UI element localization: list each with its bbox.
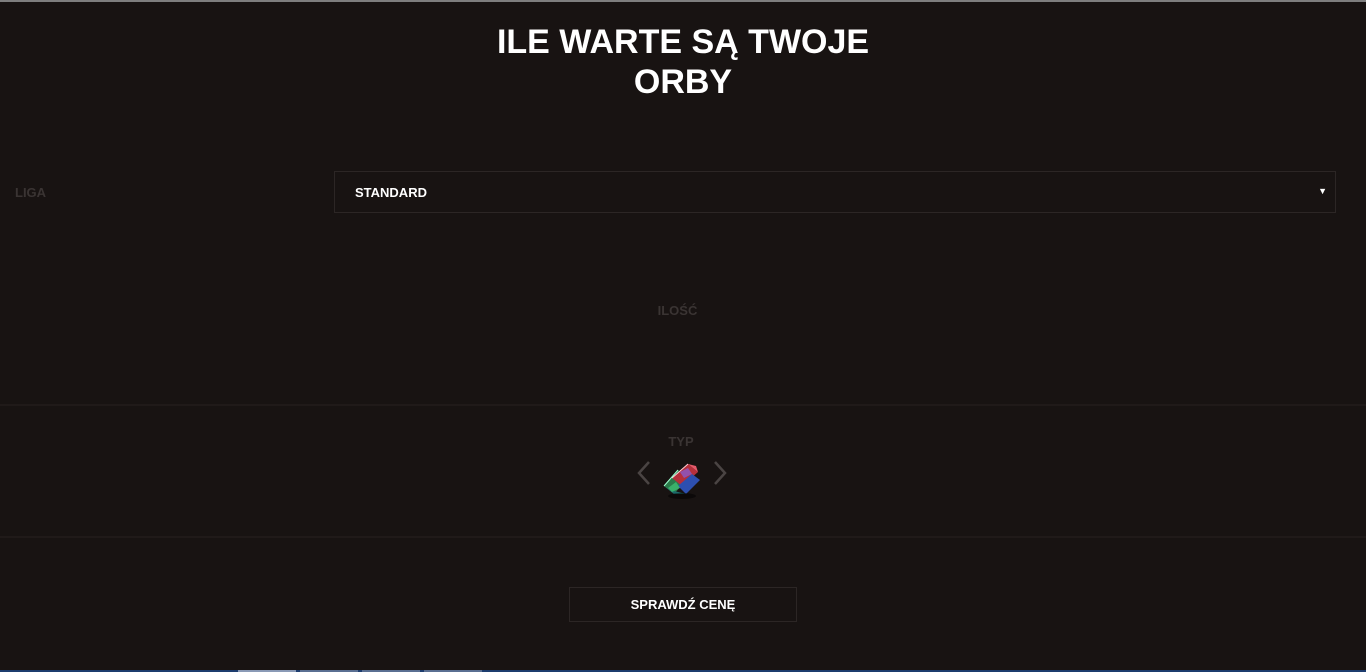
chevron-right-icon[interactable]	[708, 460, 730, 486]
page-title: ILE WARTE SĄ TWOJE ORBY	[0, 22, 1366, 102]
chevron-left-icon[interactable]	[634, 460, 656, 486]
page-title-line1: ILE WARTE SĄ TWOJE	[496, 23, 870, 61]
liga-label: LIGA	[15, 185, 47, 200]
ilosc-label: ILOŚĆ	[657, 303, 698, 318]
page-title-line2: ORBY	[633, 63, 733, 101]
divider	[0, 536, 1366, 538]
check-price-button[interactable]: SPRAWDŹ CENĘ	[569, 587, 797, 622]
chromatic-orb-icon	[658, 456, 704, 502]
caret-down-icon: ▼	[1318, 186, 1327, 196]
typ-selector	[630, 454, 732, 504]
page: ILE WARTE SĄ TWOJE ORBY LIGA STANDARD ▼ …	[0, 0, 1366, 672]
liga-select-value: STANDARD	[355, 184, 427, 200]
divider	[0, 404, 1366, 406]
typ-label: TYP	[668, 434, 694, 449]
liga-select[interactable]: STANDARD ▼	[334, 171, 1336, 213]
